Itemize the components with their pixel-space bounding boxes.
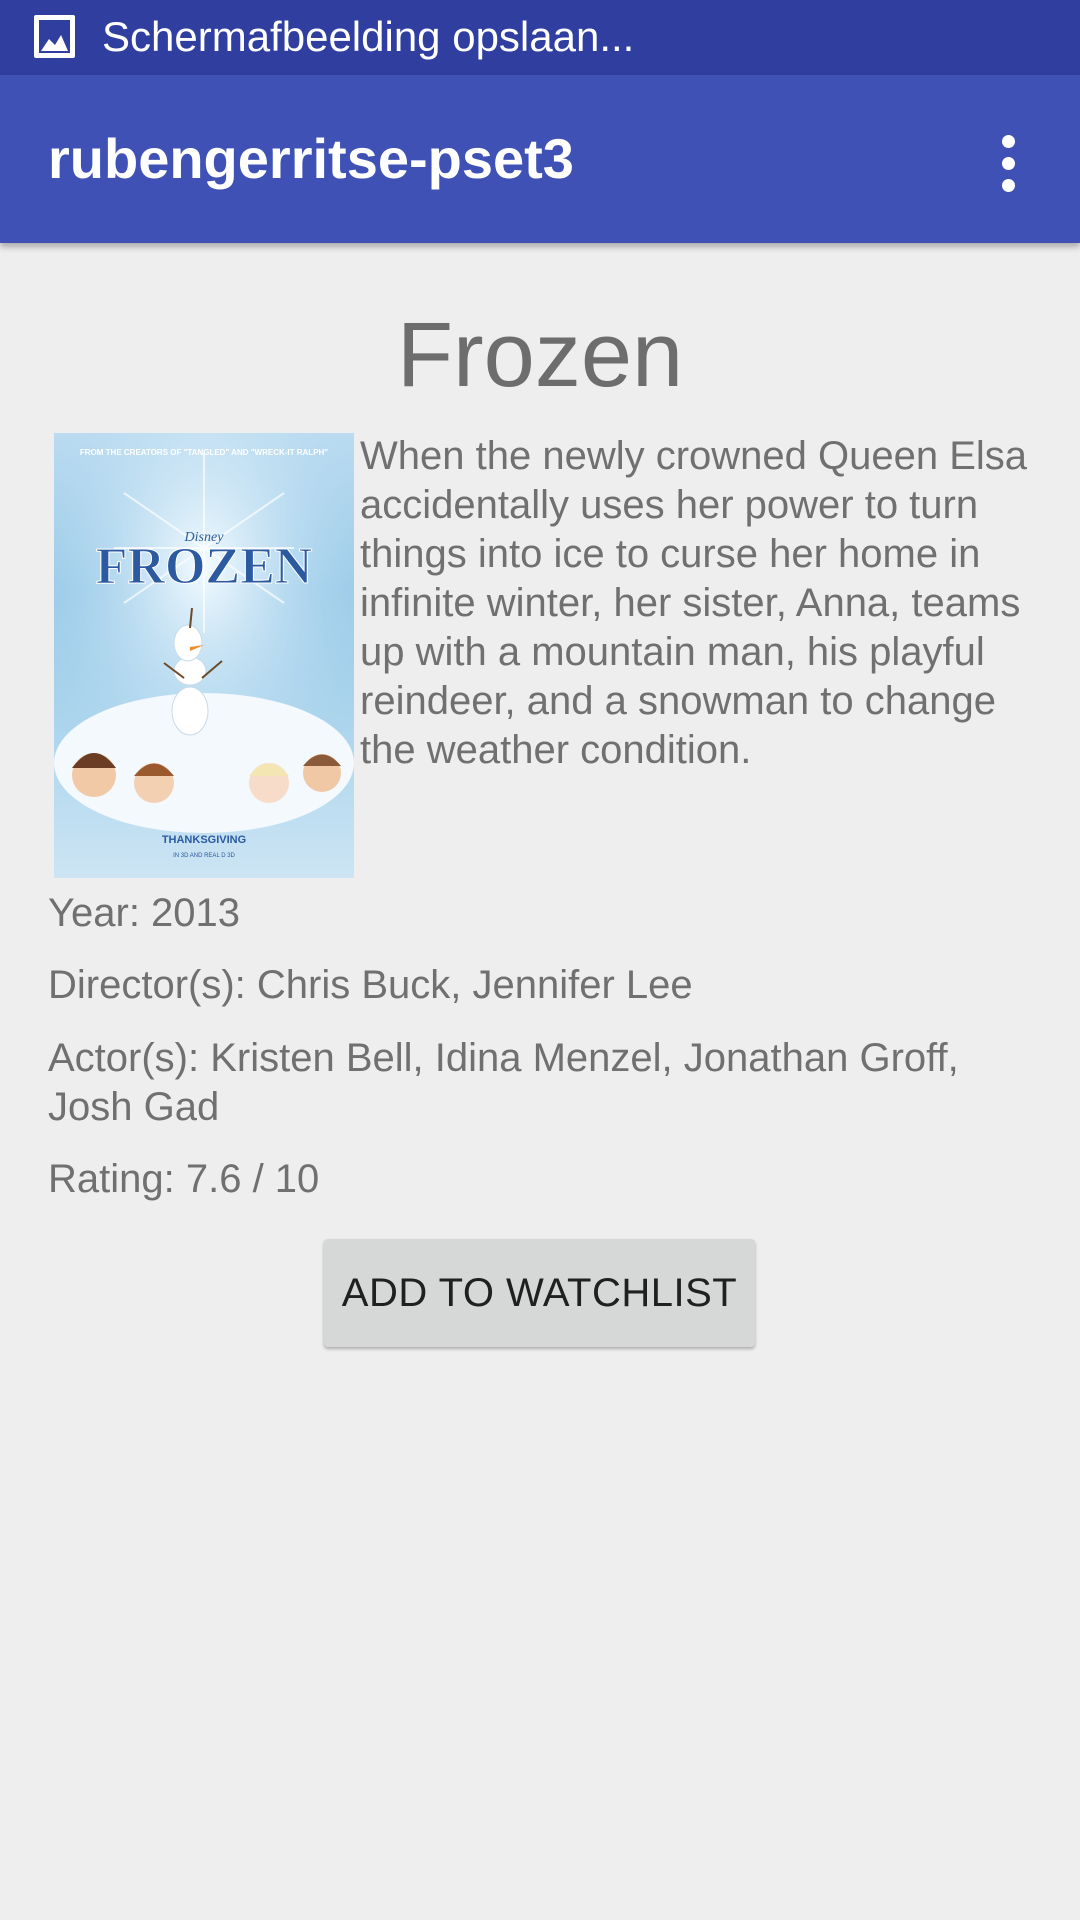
add-to-watchlist-button[interactable]: ADD TO WATCHLIST xyxy=(324,1239,755,1347)
more-vert-icon[interactable] xyxy=(978,123,1038,203)
status-bar: Schermafbeelding opslaan... xyxy=(0,0,1080,75)
status-notification-text: Schermafbeelding opslaan... xyxy=(102,13,635,60)
movie-title: Frozen xyxy=(396,304,684,406)
movie-plot: When the newly crowned Queen Elsa accide… xyxy=(360,434,1028,772)
movie-rating: Rating: 7.6 / 10 xyxy=(48,1157,320,1201)
movie-actors: Actor(s): Kristen Bell, Idina Menzel, Jo… xyxy=(48,1036,959,1129)
movie-year: Year: 2013 xyxy=(48,891,241,935)
poster-title: FROZEN xyxy=(96,538,313,595)
poster-formats: IN 3D AND REAL D 3D xyxy=(173,853,235,859)
movie-directors: Director(s): Chris Buck, Jennifer Lee xyxy=(48,963,693,1007)
poster-tagline: FROM THE CREATORS OF "TANGLED" AND "WREC… xyxy=(80,448,328,457)
image-icon xyxy=(34,15,75,58)
poster-release: THANKSGIVING xyxy=(162,834,246,846)
movie-poster: FROM THE CREATORS OF "TANGLED" AND "WREC… xyxy=(54,433,354,878)
app-title: rubengerritse-pset3 xyxy=(48,127,574,190)
app-bar: rubengerritse-pset3 xyxy=(0,75,1080,243)
